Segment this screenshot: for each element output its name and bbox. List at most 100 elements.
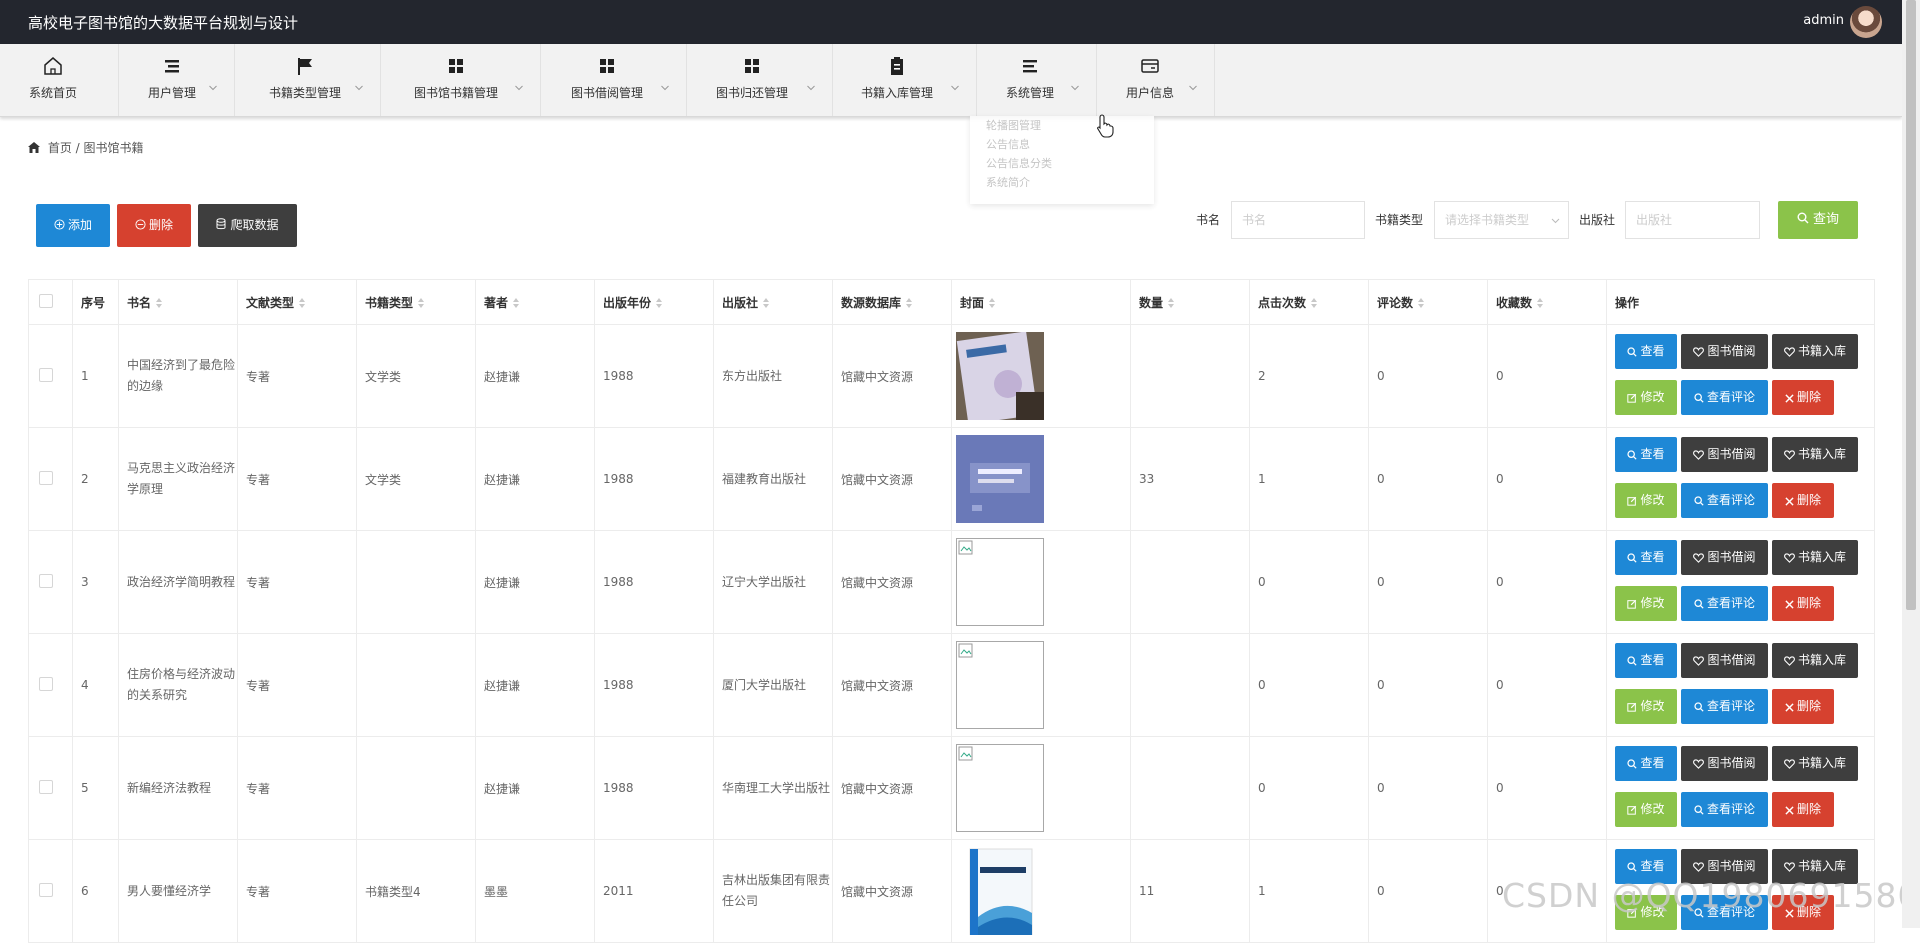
name-search-input[interactable]: 书名 (1231, 201, 1365, 239)
view-comments-button[interactable]: 查看评论 (1681, 483, 1768, 518)
sort-icon[interactable] (418, 297, 425, 308)
view-button[interactable]: 查看 (1615, 437, 1677, 472)
row-checkbox[interactable] (39, 779, 53, 794)
batch-delete-button[interactable]: 删除 (117, 204, 191, 247)
crawl-data-button[interactable]: 爬取数据 (198, 204, 297, 247)
column-header[interactable]: 出版年份 (594, 279, 714, 325)
search-icon (1797, 212, 1809, 224)
cover-image[interactable] (956, 332, 1129, 420)
row-checkbox[interactable] (39, 573, 53, 588)
delete-button[interactable]: 删除 (1772, 483, 1834, 518)
sort-icon[interactable] (763, 297, 770, 308)
dropdown-item[interactable]: 系统简介 (970, 173, 1154, 192)
add-button[interactable]: 添加 (36, 204, 110, 247)
scrollbar[interactable] (1902, 0, 1920, 928)
edit-button[interactable]: 修改 (1615, 586, 1677, 621)
breadcrumb-home[interactable]: 首页 (48, 141, 72, 155)
sort-icon[interactable] (1311, 297, 1318, 308)
type-select[interactable]: 请选择书籍类型 (1434, 201, 1569, 239)
cover-image[interactable] (956, 538, 1129, 626)
stock-in-button[interactable]: 书籍入库 (1772, 334, 1858, 369)
dropdown-item[interactable]: 公告信息分类 (970, 154, 1154, 173)
nav-item-1[interactable]: 用户管理 (118, 44, 235, 116)
column-header[interactable]: 点击次数 (1249, 279, 1369, 325)
borrow-button[interactable]: 图书借阅 (1681, 334, 1768, 369)
borrow-button[interactable]: 图书借阅 (1681, 643, 1768, 678)
stock-in-button[interactable]: 书籍入库 (1772, 437, 1858, 472)
nav-item-7[interactable]: 系统管理 (976, 44, 1097, 116)
edit-button[interactable]: 修改 (1615, 792, 1677, 827)
nav-item-0[interactable]: 系统首页 (0, 44, 119, 116)
sort-icon[interactable] (299, 297, 306, 308)
sort-icon[interactable] (989, 297, 996, 308)
select-all-checkbox[interactable] (39, 293, 53, 308)
edit-button[interactable]: 修改 (1615, 380, 1677, 415)
borrow-button[interactable]: 图书借阅 (1681, 746, 1768, 781)
user-name[interactable]: admin (1803, 13, 1844, 28)
view-comments-button[interactable]: 查看评论 (1681, 792, 1768, 827)
cell-cover (951, 839, 1131, 943)
avatar[interactable] (1850, 6, 1882, 38)
nav-item-5[interactable]: 图书归还管理 (686, 44, 833, 116)
view-button[interactable]: 查看 (1615, 334, 1677, 369)
column-header-label: 操作 (1615, 295, 1640, 310)
delete-button[interactable]: 删除 (1772, 380, 1834, 415)
view-button[interactable]: 查看 (1615, 643, 1677, 678)
column-header[interactable]: 数源数据库 (832, 279, 952, 325)
cover-image[interactable] (956, 847, 1129, 935)
view-comments-button-label: 查看评论 (1706, 493, 1755, 507)
sort-icon[interactable] (1537, 297, 1544, 308)
view-comments-button[interactable]: 查看评论 (1681, 689, 1768, 724)
nav-item-2[interactable]: 书籍类型管理 (234, 44, 381, 116)
view-comments-button[interactable]: 查看评论 (1681, 586, 1768, 621)
edit-icon (1627, 493, 1640, 507)
edit-button[interactable]: 修改 (1615, 483, 1677, 518)
stock-in-button[interactable]: 书籍入库 (1772, 643, 1858, 678)
view-comments-button[interactable]: 查看评论 (1681, 380, 1768, 415)
heart-icon (1693, 756, 1707, 770)
nav-item-3[interactable]: 图书馆书籍管理 (380, 44, 541, 116)
dropdown-item[interactable]: 轮播图管理 (970, 116, 1154, 135)
view-button[interactable]: 查看 (1615, 746, 1677, 781)
cover-image[interactable] (956, 744, 1129, 832)
search-button[interactable]: 查询 (1778, 201, 1858, 239)
column-header[interactable]: 著者 (475, 279, 595, 325)
row-checkbox[interactable] (39, 367, 53, 382)
sort-icon[interactable] (513, 297, 520, 308)
column-header[interactable]: 评论数 (1368, 279, 1488, 325)
row-checkbox[interactable] (39, 676, 53, 691)
nav-item-4[interactable]: 图书借阅管理 (540, 44, 687, 116)
nav-item-6[interactable]: 书籍入库管理 (832, 44, 977, 116)
column-header[interactable]: 书名 (118, 279, 238, 325)
column-header[interactable]: 书籍类型 (356, 279, 476, 325)
nav-item-8[interactable]: 用户信息 (1096, 44, 1215, 116)
sort-icon[interactable] (156, 297, 163, 308)
borrow-button[interactable]: 图书借阅 (1681, 437, 1768, 472)
cover-image[interactable] (956, 641, 1129, 729)
sort-icon[interactable] (656, 297, 663, 308)
add-button-label: 添加 (67, 218, 92, 232)
column-header[interactable]: 收藏数 (1487, 279, 1607, 325)
stock-in-button[interactable]: 书籍入库 (1772, 746, 1858, 781)
column-header[interactable]: 封面 (951, 279, 1131, 325)
column-header[interactable]: 数量 (1130, 279, 1250, 325)
column-header[interactable]: 文献类型 (237, 279, 357, 325)
sort-icon[interactable] (1168, 297, 1175, 308)
edit-button[interactable]: 修改 (1615, 689, 1677, 724)
sort-icon[interactable] (906, 297, 913, 308)
sort-icon[interactable] (1418, 297, 1425, 308)
borrow-button[interactable]: 图书借阅 (1681, 540, 1768, 575)
delete-button[interactable]: 删除 (1772, 586, 1834, 621)
scrollbar-thumb[interactable] (1906, 0, 1916, 610)
row-checkbox[interactable] (39, 882, 53, 897)
dropdown-item[interactable]: 公告信息 (970, 135, 1154, 154)
delete-button[interactable]: 删除 (1772, 689, 1834, 724)
stock-in-button[interactable]: 书籍入库 (1772, 540, 1858, 575)
column-header[interactable]: 出版社 (713, 279, 833, 325)
row-checkbox[interactable] (39, 470, 53, 485)
view-button[interactable]: 查看 (1615, 540, 1677, 575)
nav-label: 系统首页 (28, 86, 78, 100)
delete-button[interactable]: 删除 (1772, 792, 1834, 827)
cover-image[interactable] (956, 435, 1129, 523)
publisher-search-input[interactable]: 出版社 (1625, 201, 1760, 239)
